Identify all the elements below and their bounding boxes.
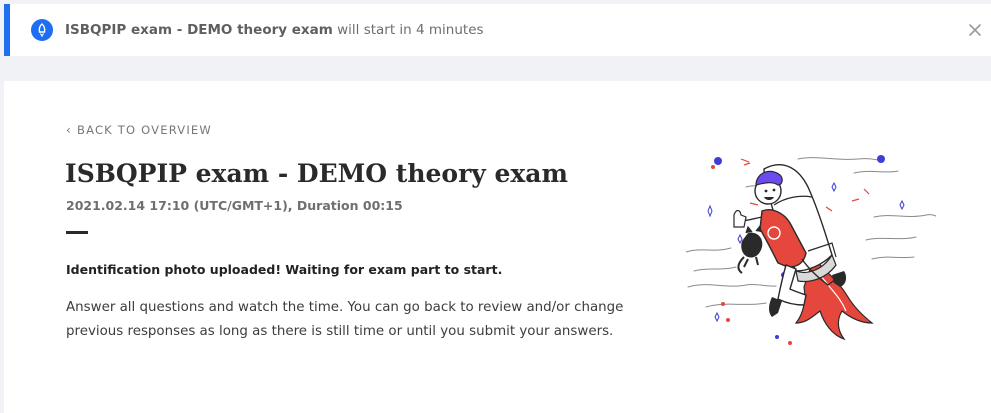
exam-instructions: Answer all questions and watch the time.… [66, 300, 624, 339]
title-divider [66, 231, 88, 234]
notification-message-suffix: will start in 4 minutes [332, 22, 484, 38]
back-to-overview-link[interactable]: ‹ BACK TO OVERVIEW [66, 123, 212, 137]
chevron-left-icon: ‹ [66, 123, 72, 137]
page-title: ISBQPIP exam - DEMO theory exam [65, 159, 568, 188]
back-to-overview-label: BACK TO OVERVIEW [77, 123, 212, 137]
rocket-person-illustration [685, 147, 937, 352]
rocket-icon [31, 19, 53, 41]
exam-schedule: 2021.02.14 17:10 (UTC/GMT+1), Duration 0… [66, 198, 403, 213]
exam-start-notification: ISBQPIP exam - DEMO theory exam will sta… [4, 4, 991, 56]
exam-status-message: Identification photo uploaded! Waiting f… [66, 262, 503, 277]
close-icon[interactable] [966, 21, 984, 39]
notification-message: ISBQPIP exam - DEMO theory exam will sta… [65, 21, 484, 39]
exam-details-card: ‹ BACK TO OVERVIEW ISBQPIP exam - DEMO th… [4, 81, 991, 413]
notification-exam-name: ISBQPIP exam - DEMO theory exam [65, 22, 333, 38]
